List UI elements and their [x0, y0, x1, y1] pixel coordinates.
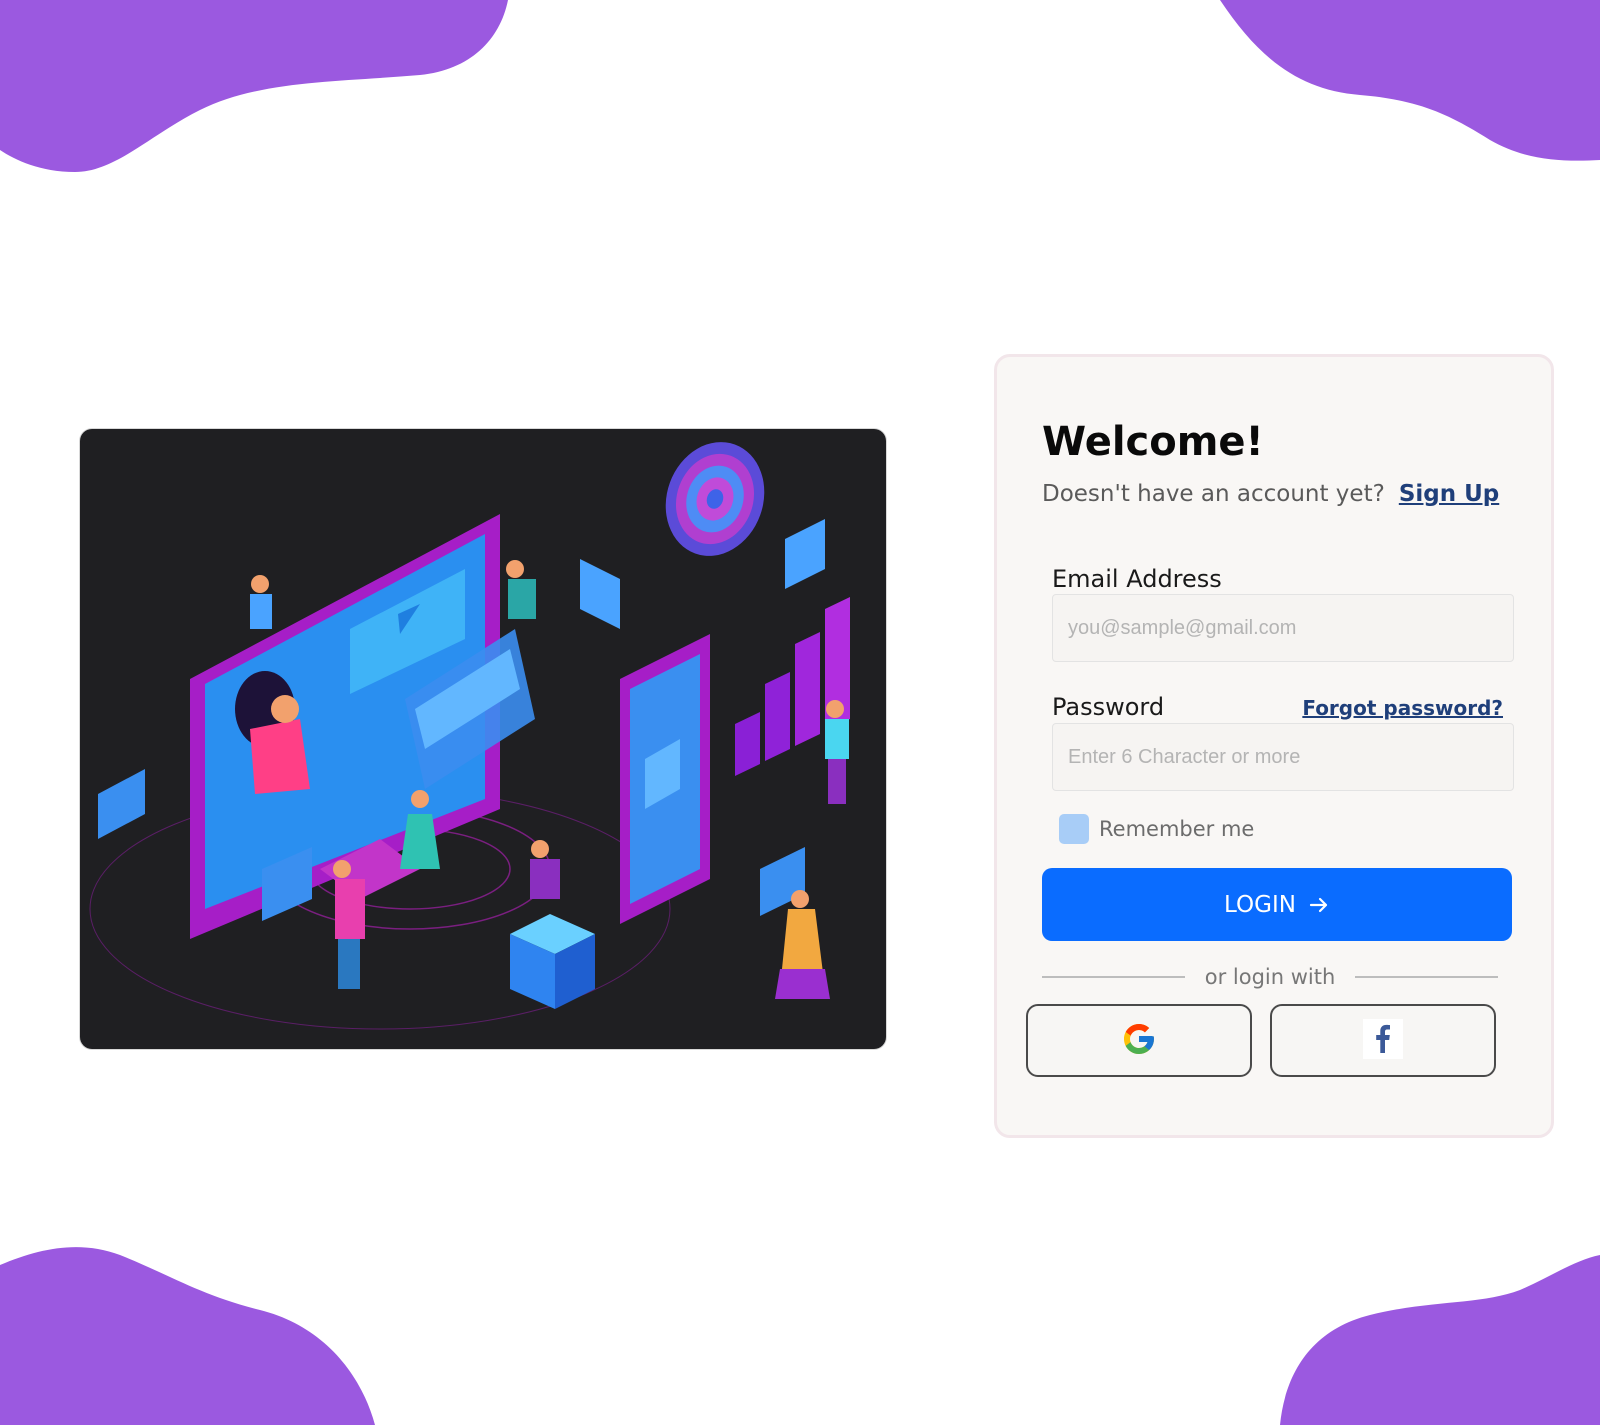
remember-me-row: Remember me — [1059, 814, 1254, 844]
remember-me-checkbox[interactable] — [1059, 814, 1089, 844]
arrow-right-icon — [1308, 894, 1330, 916]
decorative-blob-top-left — [0, 0, 508, 172]
login-button-label: LOGIN — [1224, 891, 1296, 918]
decorative-blob-top-right — [1220, 0, 1600, 161]
decorative-blob-bottom-right — [1280, 1255, 1600, 1425]
facebook-icon — [1363, 1018, 1403, 1063]
isometric-marketing-icon — [89, 442, 850, 1030]
email-label: Email Address — [1052, 565, 1222, 593]
phone-icon — [620, 634, 710, 924]
password-input[interactable] — [1052, 723, 1514, 791]
login-button[interactable]: LOGIN — [1042, 868, 1512, 941]
google-login-button[interactable] — [1026, 1004, 1252, 1077]
remember-me-label: Remember me — [1099, 817, 1255, 841]
google-icon — [1121, 1021, 1157, 1061]
divider-line-left — [1042, 976, 1185, 978]
hero-illustration — [80, 429, 886, 1049]
signup-prompt: Doesn't have an account yet? — [1042, 481, 1385, 507]
divider-text: or login with — [1204, 965, 1336, 989]
signup-row: Doesn't have an account yet? Sign Up — [1042, 481, 1499, 507]
login-divider: or login with — [1042, 963, 1499, 991]
facebook-login-button[interactable] — [1270, 1004, 1496, 1077]
welcome-title: Welcome! — [1042, 419, 1264, 465]
email-input[interactable] — [1052, 594, 1514, 662]
target-icon — [665, 442, 765, 556]
login-card: Welcome! Doesn't have an account yet? Sig… — [994, 354, 1554, 1138]
divider-line-right — [1355, 976, 1499, 978]
forgot-password-link[interactable]: Forgot password? — [1302, 696, 1503, 720]
cube-icon — [510, 914, 595, 1009]
password-label: Password — [1052, 693, 1165, 721]
decorative-blob-bottom-left — [0, 1247, 375, 1425]
signup-link[interactable]: Sign Up — [1399, 481, 1499, 507]
